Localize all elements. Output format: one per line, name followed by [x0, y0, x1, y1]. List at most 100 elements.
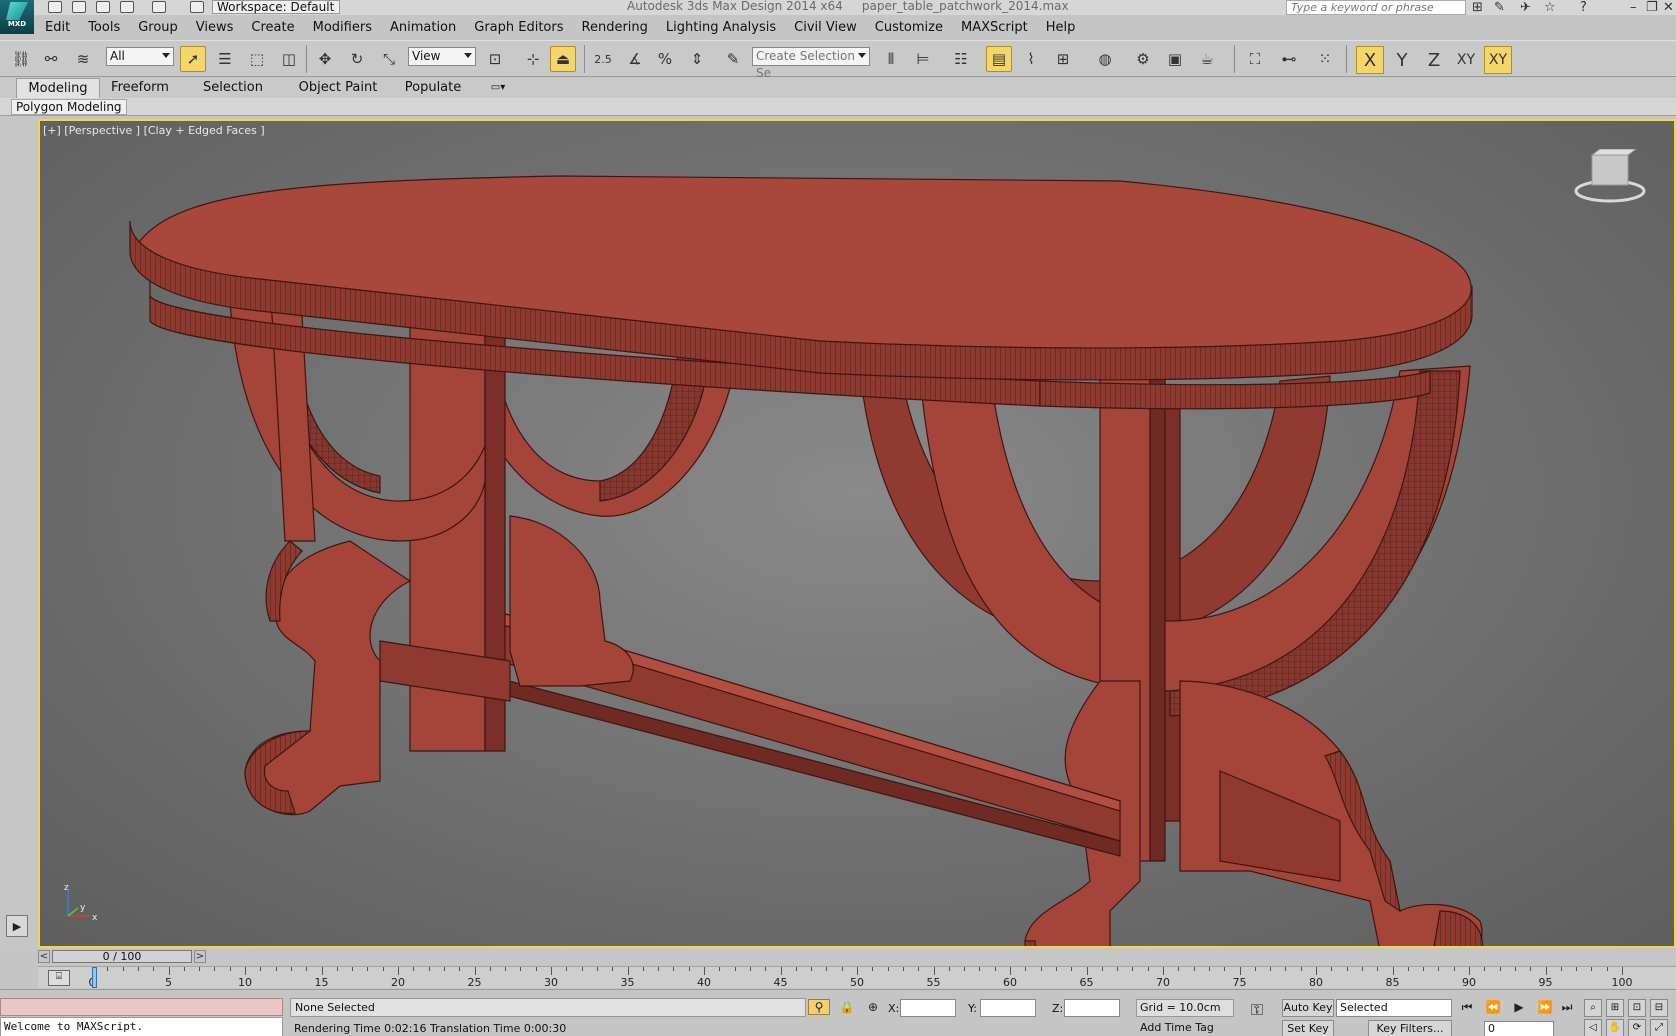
time-slider-next-icon[interactable]: > — [194, 950, 206, 963]
selection-filter-dropdown[interactable]: All — [106, 47, 174, 66]
restore-icon[interactable]: ❐ — [1646, 0, 1658, 15]
bind-spacewarp-icon[interactable]: ≋ — [70, 46, 96, 72]
new-file-icon[interactable] — [48, 1, 62, 13]
menu-create[interactable]: Create — [242, 17, 303, 39]
orbit-icon[interactable]: ⟳ — [1628, 1019, 1646, 1036]
x-coordinate-field[interactable] — [900, 999, 956, 1017]
absolute-mode-icon[interactable]: ⊕ — [862, 1000, 884, 1016]
tab-modeling[interactable]: Modeling — [16, 78, 100, 98]
maximize-viewport-icon[interactable]: ⤢ — [1650, 1019, 1668, 1036]
play-icon[interactable]: ▶ — [1508, 1000, 1530, 1016]
axis-x-button[interactable]: X — [1356, 46, 1384, 74]
select-manipulate-icon[interactable]: ⊹ — [520, 46, 546, 72]
axis-xy-toggle-button[interactable]: XY — [1484, 46, 1512, 74]
application-menu-button[interactable]: MXD — [0, 0, 34, 34]
time-cursor[interactable] — [92, 967, 97, 988]
menu-civil-view[interactable]: Civil View — [785, 17, 866, 39]
search-input[interactable]: Type a keyword or phrase — [1286, 0, 1466, 15]
layer-manager-icon[interactable]: ☷ — [948, 46, 974, 72]
field-of-view-icon[interactable]: ◁ — [1584, 1019, 1602, 1036]
menu-graph-editors[interactable]: Graph Editors — [465, 17, 572, 39]
mini-curve-editor-icon[interactable]: ⌸ — [48, 970, 70, 986]
keyboard-shortcut-override-icon[interactable]: ⏏ — [550, 46, 576, 72]
viewport-layout-tab-icon[interactable]: ▶ — [6, 915, 28, 937]
select-by-name-icon[interactable]: ☰ — [212, 46, 238, 72]
pan-icon[interactable]: ✋ — [1606, 1019, 1624, 1036]
percent-snap-icon[interactable]: % — [652, 46, 678, 72]
scene-explorer-icon[interactable]: ▤ — [986, 46, 1012, 72]
zoom-extents-all-icon[interactable]: ⊟ — [1650, 999, 1668, 1017]
hierarchy-icon[interactable]: ⛶ — [1242, 46, 1268, 72]
menu-views[interactable]: Views — [187, 17, 243, 39]
window-crossing-icon[interactable]: ◫ — [276, 46, 302, 72]
axis-y-button[interactable]: Y — [1388, 46, 1416, 74]
menu-modifiers[interactable]: Modifiers — [304, 17, 381, 39]
maxscript-listener-input[interactable] — [0, 998, 283, 1016]
menu-lighting-analysis[interactable]: Lighting Analysis — [657, 17, 785, 39]
menu-help[interactable]: Help — [1037, 17, 1085, 39]
redo-icon[interactable] — [152, 1, 166, 13]
selection-lock-icon[interactable]: 🔒 — [836, 1000, 858, 1016]
rotate-icon[interactable]: ↻ — [344, 46, 370, 72]
measure-icon[interactable]: ⊷ — [1276, 46, 1302, 72]
render-production-icon[interactable]: ☕ — [1194, 46, 1220, 72]
undo-icon[interactable] — [120, 1, 134, 13]
key-selection-dropdown[interactable]: Selected — [1336, 999, 1452, 1017]
link-icon[interactable]: ⛓ — [8, 46, 34, 72]
open-file-icon[interactable] — [72, 1, 86, 13]
tab-object-paint[interactable]: Object Paint — [292, 78, 384, 98]
reference-coordinate-dropdown[interactable]: View — [408, 47, 476, 66]
angle-snap-icon[interactable]: ∡ — [622, 46, 648, 72]
move-icon[interactable]: ✥ — [312, 46, 338, 72]
key-filters-button[interactable]: Key Filters... — [1368, 1020, 1452, 1036]
schematic-view-icon[interactable]: ⊞ — [1050, 46, 1076, 72]
perspective-viewport[interactable]: [+] [Perspective ] [Clay + Edged Faces ] — [38, 119, 1676, 948]
set-key-mode-icon[interactable]: ⚿ — [1246, 1002, 1268, 1018]
menu-rendering[interactable]: Rendering — [573, 17, 657, 39]
auto-key-button[interactable]: Auto Key — [1282, 999, 1334, 1017]
named-selection-sets-dropdown[interactable]: Create Selection Se — [752, 47, 870, 80]
array-icon[interactable]: ⁙ — [1312, 46, 1338, 72]
zoom-extents-icon[interactable]: ⊡ — [1628, 999, 1646, 1017]
mirror-icon[interactable]: ⫴ — [878, 46, 904, 72]
tab-selection[interactable]: Selection — [196, 78, 270, 98]
isolate-selection-icon[interactable]: ⚲ — [808, 999, 830, 1015]
close-icon[interactable]: ✕ — [1663, 0, 1674, 15]
curve-editor-icon[interactable]: ⌇ — [1018, 46, 1044, 72]
axis-xy-button[interactable]: XY — [1452, 46, 1480, 74]
track-bar[interactable]: ⌸ 05101520253035404550556065707580859095… — [38, 966, 1676, 989]
minimize-icon[interactable]: – — [1630, 0, 1637, 15]
go-to-start-icon[interactable]: ⏮ — [1456, 1000, 1478, 1016]
select-object-icon[interactable]: ➚ — [180, 46, 206, 72]
previous-frame-icon[interactable]: ⏪ — [1482, 1000, 1504, 1016]
menu-group[interactable]: Group — [129, 17, 187, 39]
rectangular-selection-icon[interactable]: ⬚ — [244, 46, 270, 72]
edit-named-selection-icon[interactable]: ✎ — [720, 46, 746, 72]
time-slider[interactable]: 0 / 100 — [52, 950, 192, 963]
menu-animation[interactable]: Animation — [381, 17, 465, 39]
project-folder-icon[interactable] — [190, 1, 204, 13]
menu-customize[interactable]: Customize — [866, 17, 952, 39]
z-coordinate-field[interactable] — [1064, 999, 1120, 1017]
zoom-icon[interactable]: ⌕ — [1584, 999, 1602, 1017]
scale-icon[interactable]: ⤡ — [376, 46, 402, 72]
maxscript-listener-output[interactable]: Welcome to MAXScript. — [0, 1017, 283, 1036]
communication-icon[interactable]: ✈ — [1520, 0, 1531, 15]
zoom-all-icon[interactable]: ⊞ — [1606, 999, 1624, 1017]
table-3d-model[interactable] — [40, 121, 1676, 948]
ribbon-options-button[interactable]: ▭▾ — [484, 78, 512, 98]
time-slider-prev-icon[interactable]: < — [38, 950, 50, 963]
favorites-icon[interactable]: ☆ — [1544, 0, 1556, 15]
next-frame-icon[interactable]: ⏩ — [1534, 1000, 1556, 1016]
rendered-frame-window-icon[interactable]: ▣ — [1162, 46, 1188, 72]
infocenter-icon[interactable]: ⊞ — [1472, 0, 1483, 15]
workspace-dropdown[interactable]: Workspace: Default — [212, 0, 340, 14]
save-file-icon[interactable] — [96, 1, 110, 13]
help-icon[interactable]: ? — [1580, 0, 1587, 15]
pivot-center-icon[interactable]: ⊡ — [482, 46, 508, 72]
menu-maxscript[interactable]: MAXScript — [952, 17, 1037, 39]
spinner-snap-icon[interactable]: ⇕ — [684, 46, 710, 72]
subscription-icon[interactable]: ✎ — [1494, 0, 1505, 15]
set-key-button[interactable]: Set Key — [1282, 1020, 1334, 1036]
menu-tools[interactable]: Tools — [79, 17, 129, 39]
